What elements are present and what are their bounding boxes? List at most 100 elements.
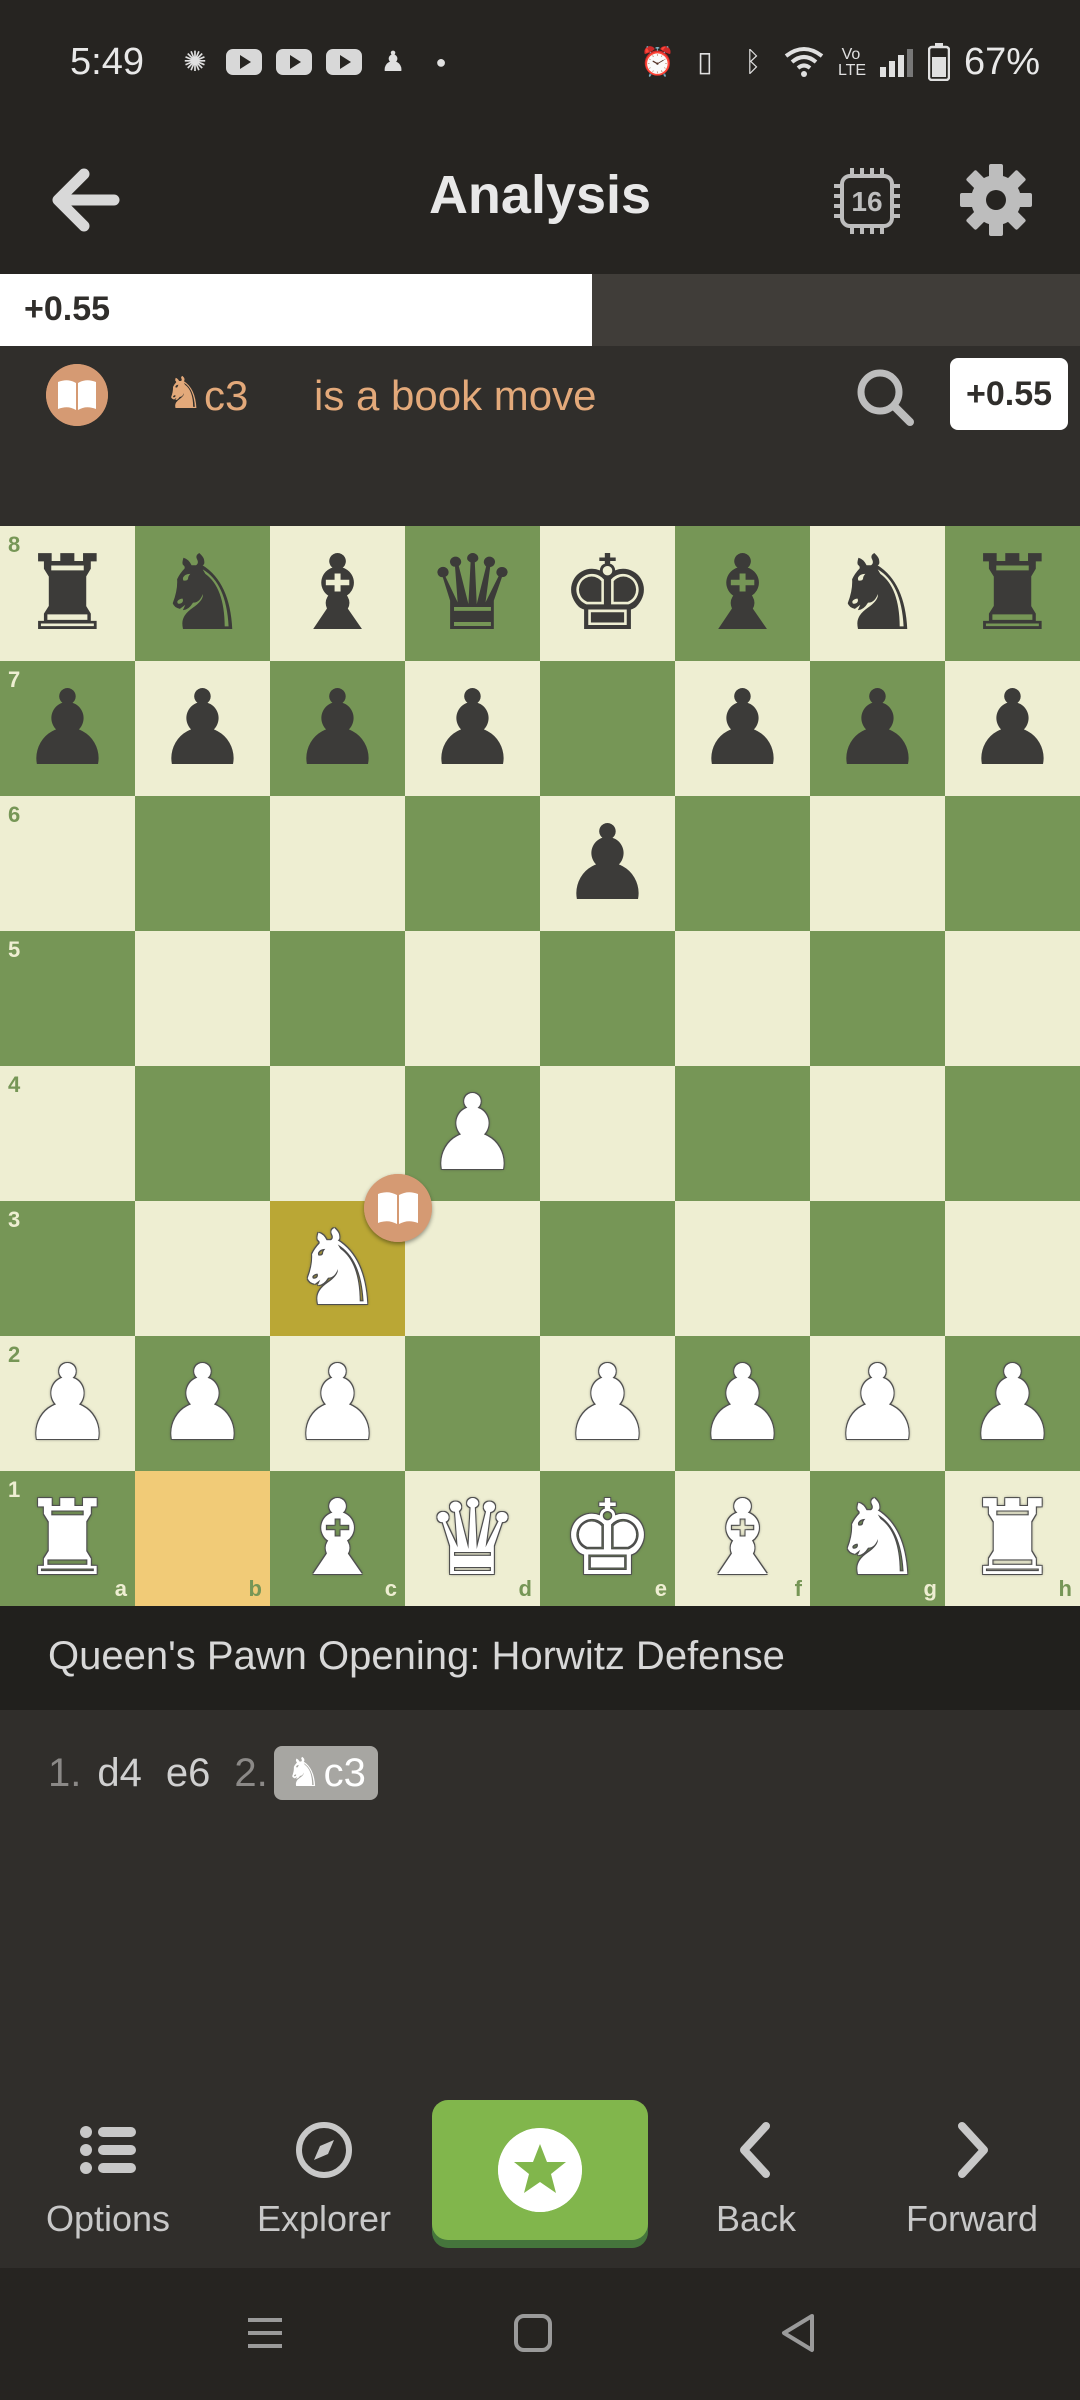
comment-move: c3 (204, 372, 249, 419)
square-h5[interactable] (945, 931, 1080, 1066)
white-pawn-piece[interactable]: ♟ (405, 1066, 540, 1201)
signal-icon (879, 49, 913, 77)
square-b4[interactable] (135, 1066, 270, 1201)
explorer-button[interactable]: Explorer (224, 2100, 424, 2268)
review-star-button[interactable] (432, 2100, 648, 2240)
volte-icon: Vo LTE (837, 46, 867, 79)
chevron-left-icon (740, 2122, 770, 2178)
knight-icon: ♞ (164, 368, 204, 419)
white-pawn-piece[interactable]: ♟ (135, 1336, 270, 1471)
status-bar: 5:49 ✺ ♟ ● ⏰ ▯ ᛒ Vo LTE 67% (0, 0, 1080, 124)
square-b1[interactable]: b (135, 1471, 270, 1606)
options-label: Options (45, 2198, 171, 2239)
square-a6[interactable]: 6 (0, 796, 135, 931)
back-button[interactable]: Back (656, 2100, 856, 2268)
black-pawn-piece[interactable]: ♟ (0, 661, 135, 796)
battery-percent: 67% (963, 40, 1040, 83)
square-f5[interactable] (675, 931, 810, 1066)
square-f3[interactable] (675, 1201, 810, 1336)
white-rook-piece[interactable]: ♜ (945, 1471, 1080, 1606)
white-pawn-piece[interactable]: ♟ (0, 1336, 135, 1471)
square-d6[interactable] (405, 796, 540, 931)
square-c6[interactable] (270, 796, 405, 931)
gear-icon[interactable] (958, 162, 1034, 238)
square-h4[interactable] (945, 1066, 1080, 1201)
system-back-icon[interactable] (778, 2312, 820, 2354)
white-pawn-piece[interactable]: ♟ (675, 1336, 810, 1471)
black-rook-piece[interactable]: ♜ (0, 526, 135, 661)
app-header: Analysis 16 (0, 124, 1080, 274)
brightness-icon: ✺ (183, 46, 207, 77)
white-queen-piece[interactable]: ♛ (405, 1471, 540, 1606)
bluetooth-icon: ᛒ (744, 46, 762, 77)
evaluation-label: +0.55 (24, 290, 111, 328)
score-badge[interactable]: +0.55 (950, 358, 1068, 430)
forward-button[interactable]: Forward (872, 2100, 1072, 2268)
bottom-toolbar: Options Explorer Back Forward (0, 2100, 1080, 2268)
square-g3[interactable] (810, 1201, 945, 1336)
move-white-1[interactable]: d4 (97, 1751, 142, 1796)
recents-icon[interactable] (244, 2312, 286, 2354)
white-king-piece[interactable]: ♚ (540, 1471, 675, 1606)
square-b3[interactable] (135, 1201, 270, 1336)
white-knight-piece[interactable]: ♞ (810, 1471, 945, 1606)
square-a4[interactable]: 4 (0, 1066, 135, 1201)
white-bishop-piece[interactable]: ♝ (270, 1471, 405, 1606)
white-pawn-piece[interactable]: ♟ (270, 1336, 405, 1471)
system-icons: ⏰ ▯ ᛒ Vo LTE 67% (640, 41, 1040, 84)
move-white-2-label: c3 (323, 1750, 366, 1795)
search-icon[interactable] (854, 366, 916, 428)
black-knight-piece[interactable]: ♞ (810, 526, 945, 661)
white-pawn-piece[interactable]: ♟ (540, 1336, 675, 1471)
move-white-2-current[interactable]: ♞ c3 (273, 1746, 378, 1800)
youtube-icon (326, 49, 362, 75)
square-h3[interactable] (945, 1201, 1080, 1336)
square-e7[interactable] (540, 661, 675, 796)
black-bishop-piece[interactable]: ♝ (675, 526, 810, 661)
black-bishop-piece[interactable]: ♝ (270, 526, 405, 661)
black-pawn-piece[interactable]: ♟ (810, 661, 945, 796)
black-pawn-piece[interactable]: ♟ (270, 661, 405, 796)
square-b5[interactable] (135, 931, 270, 1066)
home-icon[interactable] (512, 2312, 554, 2354)
white-pawn-piece[interactable]: ♟ (810, 1336, 945, 1471)
black-queen-piece[interactable]: ♛ (405, 526, 540, 661)
book-move-badge-icon (364, 1174, 432, 1242)
square-f4[interactable] (675, 1066, 810, 1201)
white-pawn-piece[interactable]: ♟ (945, 1336, 1080, 1471)
explorer-label: Explorer (256, 2198, 392, 2239)
white-bishop-piece[interactable]: ♝ (675, 1471, 810, 1606)
dot-icon: ● (435, 52, 447, 72)
square-b6[interactable] (135, 796, 270, 931)
square-a5[interactable]: 5 (0, 931, 135, 1066)
square-c5[interactable] (270, 931, 405, 1066)
rank-label: 3 (8, 1207, 21, 1232)
square-g5[interactable] (810, 931, 945, 1066)
black-knight-piece[interactable]: ♞ (135, 526, 270, 661)
square-d2[interactable] (405, 1336, 540, 1471)
square-e3[interactable] (540, 1201, 675, 1336)
chess-board[interactable]: 8 7 6 5 4 3 2 1 a b c d e f g h ♜ ♞ ♝ ♛ ♚ ♝ ♞ ♜ ♟ ♟ ♟ ♟ ♟ ♟ ♟ ♟ ♟ ♞ ♟ ♟ ♟ ♟ ♟ ♟… (0, 526, 1080, 1606)
square-f6[interactable] (675, 796, 810, 931)
square-a3[interactable]: 3 (0, 1201, 135, 1336)
square-g6[interactable] (810, 796, 945, 931)
black-king-piece[interactable]: ♚ (540, 526, 675, 661)
notification-icons: ✺ ♟ ● (178, 47, 458, 77)
square-h6[interactable] (945, 796, 1080, 931)
black-pawn-piece[interactable]: ♟ (675, 661, 810, 796)
youtube-icon (226, 49, 262, 75)
square-g4[interactable] (810, 1066, 945, 1201)
white-rook-piece[interactable]: ♜ (0, 1471, 135, 1606)
move-comment: ♞ c3 is a book move +0.55 (0, 346, 1080, 526)
black-pawn-piece[interactable]: ♟ (945, 661, 1080, 796)
engine-chip-icon[interactable]: 16 (832, 166, 902, 236)
square-e5[interactable] (540, 931, 675, 1066)
black-pawn-piece[interactable]: ♟ (405, 661, 540, 796)
black-pawn-piece[interactable]: ♟ (135, 661, 270, 796)
black-rook-piece[interactable]: ♜ (945, 526, 1080, 661)
black-pawn-piece[interactable]: ♟ (540, 796, 675, 931)
square-d5[interactable] (405, 931, 540, 1066)
move-black-1[interactable]: e6 (166, 1751, 211, 1796)
options-button[interactable]: Options (8, 2100, 208, 2268)
square-e4[interactable] (540, 1066, 675, 1201)
